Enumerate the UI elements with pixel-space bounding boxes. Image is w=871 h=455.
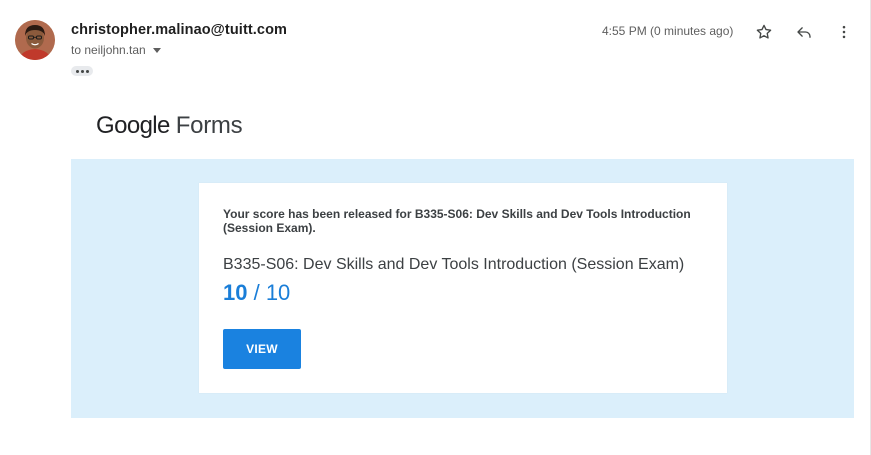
star-icon (756, 24, 772, 39)
exam-title: B335-S06: Dev Skills and Dev Tools Intro… (223, 256, 685, 273)
recipient-toggle[interactable]: to neiljohn.tan (71, 43, 161, 57)
score-display: 10 / 10 (223, 280, 290, 306)
sender-email[interactable]: christopher.malinao@tuitt.com (71, 22, 287, 38)
google-forms-logo: Google Forms (96, 112, 243, 140)
more-horiz-icon[interactable] (71, 66, 93, 76)
logo-brand: Google (96, 112, 170, 139)
caret-down-icon (152, 48, 161, 53)
view-button[interactable]: VIEW (223, 329, 301, 369)
reply-icon (797, 27, 811, 38)
email-timestamp: 4:55 PM (0 minutes ago) (602, 24, 734, 38)
reply-button[interactable] (792, 20, 816, 44)
score-total: / 10 (247, 280, 291, 305)
more-vert-icon (842, 25, 846, 39)
logo-product: Forms (175, 112, 243, 139)
recipient-label: to neiljohn.tan (71, 43, 146, 57)
avatar[interactable] (15, 20, 55, 60)
score-obtained: 10 (223, 280, 248, 305)
score-card: Your score has been released for B335-S0… (199, 183, 727, 393)
more-options-button[interactable] (832, 20, 856, 44)
score-released-headline: Your score has been released for B335-S0… (223, 207, 691, 235)
star-button[interactable] (752, 20, 776, 44)
